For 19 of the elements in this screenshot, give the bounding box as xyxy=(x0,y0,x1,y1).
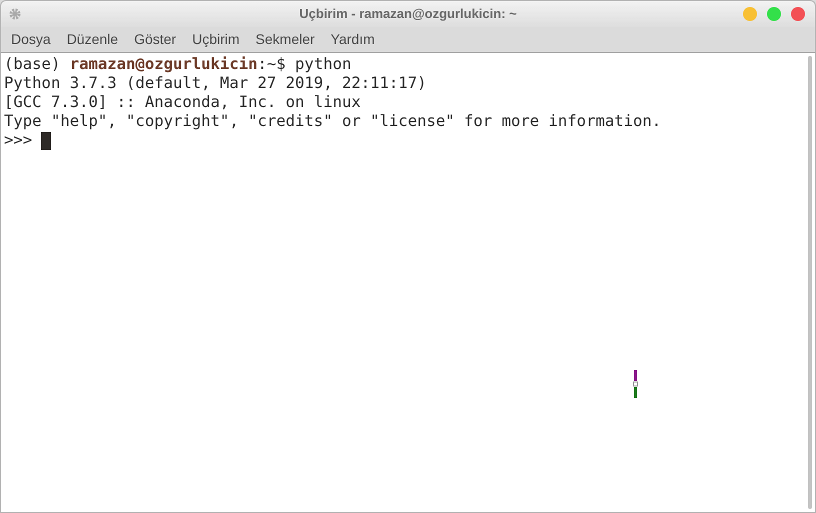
cursor xyxy=(41,132,52,150)
menu-item[interactable]: Dosya xyxy=(11,29,51,50)
repl-prompt: >>> xyxy=(4,131,32,150)
maximize-button[interactable] xyxy=(767,7,781,21)
terminal-line: Type "help", "copyright", "credits" or "license" for more information. xyxy=(4,112,662,131)
menu-item[interactable]: Sekmeler xyxy=(256,29,315,50)
terminal-line: [GCC 7.3.0] :: Anaconda, Inc. on linux xyxy=(4,93,362,112)
menu-item[interactable]: Uçbirim xyxy=(192,29,240,50)
terminal-line: Python 3.7.3 (default, Mar 27 2019, 22:11:17) xyxy=(4,74,428,93)
gear-icon xyxy=(9,8,21,20)
marker-icon xyxy=(633,370,638,398)
menu-item[interactable]: Düzenle xyxy=(66,29,118,50)
terminal-line: (base) ramazan@ozgurlukicin:~$ python xyxy=(4,55,352,74)
window-title: Uçbirim - ramazan@ozgurlukicin: ~ xyxy=(299,5,517,24)
minimize-button[interactable] xyxy=(743,7,757,21)
close-button[interactable] xyxy=(791,7,805,21)
scrollbar[interactable] xyxy=(808,56,812,509)
menu-item[interactable]: Yardım xyxy=(330,29,375,50)
menu-item[interactable]: Göster xyxy=(134,29,176,50)
